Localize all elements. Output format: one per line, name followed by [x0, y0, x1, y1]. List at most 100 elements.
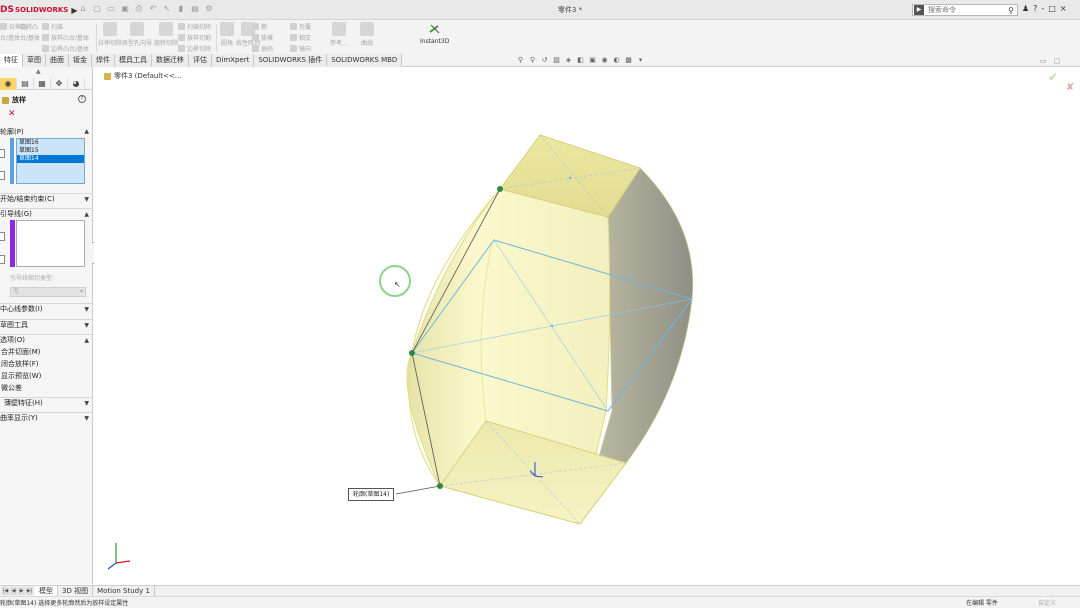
section-options[interactable]: 选项(O) ▲: [0, 334, 93, 345]
profile-list[interactable]: 草图16 草图15 草图14: [16, 138, 85, 184]
section-profiles[interactable]: 轮廓(P) ▲: [0, 126, 93, 137]
next-tab-icon[interactable]: ▶: [18, 587, 25, 595]
tab-dimxpert[interactable]: DimXpert: [212, 54, 255, 67]
close-loft-checkbox[interactable]: 闭合放样(F): [1, 359, 39, 369]
move-down-button[interactable]: [0, 171, 5, 180]
connector-point[interactable]: [409, 350, 415, 356]
lofted-cut-button[interactable]: 放样切割: [178, 33, 211, 42]
collapse-chevron-icon[interactable]: ▲: [36, 68, 41, 75]
home-icon[interactable]: ⌂: [78, 4, 88, 14]
list-item-selected[interactable]: 草图14: [17, 155, 84, 163]
help-button[interactable]: ?: [1033, 4, 1037, 13]
boundary-boss-button[interactable]: 边界凸台/基体: [42, 44, 89, 53]
doc-minimize-icon[interactable]: ▭: [1040, 57, 1047, 65]
hole-wizard-button[interactable]: 异型孔向导: [122, 22, 152, 47]
guide-move-up-button[interactable]: [0, 232, 5, 241]
draft-button[interactable]: 拔模: [252, 33, 273, 42]
revolve-boss-button[interactable]: 旋转凸: [20, 22, 40, 31]
move-up-button[interactable]: [0, 149, 5, 158]
property-manager-tab-icon[interactable]: ▤: [17, 78, 34, 90]
hide-show-icon[interactable]: ◉: [600, 56, 609, 65]
tab-evaluate[interactable]: 评估: [189, 54, 212, 67]
search-icon[interactable]: ⚲: [1005, 6, 1017, 15]
graphics-area[interactable]: 零件3 (Default<<... ✔ ✘ 轮廓(草图14) ↖: [94, 67, 1080, 584]
guide-move-down-button[interactable]: [0, 255, 5, 264]
zoom-to-fit-icon[interactable]: ⚲: [516, 56, 525, 65]
section-guide-curves[interactable]: 引导线(G) ▲: [0, 208, 93, 219]
previous-view-icon[interactable]: ↺: [540, 56, 549, 65]
fillet-button[interactable]: 圆角: [220, 22, 234, 47]
connector-point[interactable]: [497, 186, 503, 192]
view-settings-icon[interactable]: ▾: [636, 56, 645, 65]
show-preview-checkbox[interactable]: 显示预览(W): [1, 371, 41, 381]
section-start-end-constraints[interactable]: 开始/结束约束(C) ▼: [0, 193, 93, 204]
tab-mold-tools[interactable]: 模具工具: [115, 54, 152, 67]
confirm-check-icon[interactable]: ✔: [1048, 70, 1058, 84]
section-curvature-display[interactable]: 曲率显示(Y) ▼: [0, 412, 93, 423]
close-window-button[interactable]: ×: [1060, 4, 1067, 13]
first-tab-icon[interactable]: |◀: [2, 587, 9, 595]
intersect-button[interactable]: 相交: [290, 33, 311, 42]
new-document-icon[interactable]: ▢: [92, 4, 102, 14]
apply-scene-icon[interactable]: ▩: [624, 56, 633, 65]
tab-mbd[interactable]: SOLIDWORKS MBD: [327, 54, 403, 67]
undo-icon[interactable]: ↶: [148, 4, 158, 14]
minimize-button[interactable]: -: [1041, 4, 1044, 13]
section-sketch-tools[interactable]: 草图工具 ▼: [0, 319, 93, 330]
boundary-cut-button[interactable]: 边界切除: [178, 44, 211, 53]
display-manager-tab-icon[interactable]: ◕: [68, 78, 85, 90]
save-icon[interactable]: ▣: [120, 4, 130, 14]
shell-button[interactable]: 抽壳: [252, 44, 273, 53]
loft-model-view[interactable]: [94, 67, 1080, 584]
configuration-manager-tab-icon[interactable]: ▦: [34, 78, 51, 90]
extrude-cut-button[interactable]: 拉伸切除: [98, 22, 122, 47]
guide-curves-list[interactable]: [16, 220, 85, 267]
section-view-icon[interactable]: ▨: [552, 56, 561, 65]
cancel-x-icon[interactable]: ✕: [8, 109, 16, 119]
loft-boss-button[interactable]: 放样凸台/基体: [42, 33, 89, 42]
micro-tolerance-checkbox[interactable]: 微公差: [1, 383, 22, 393]
view-orientation-icon[interactable]: ◧: [576, 56, 585, 65]
edit-appearance-icon[interactable]: ◐: [612, 56, 621, 65]
section-centerline-parameters[interactable]: 中心线参数(I) ▼: [0, 303, 93, 314]
maximize-button[interactable]: □: [1048, 4, 1056, 13]
options-gear-icon[interactable]: ⚙: [204, 4, 214, 14]
print-icon[interactable]: ⎙: [134, 4, 144, 14]
reference-geometry-button[interactable]: 参考...: [330, 22, 348, 47]
section-thin-feature[interactable]: 薄壁特征(H) ▼: [0, 397, 93, 408]
search-input[interactable]: 搜索命令: [924, 5, 1005, 15]
file-properties-icon[interactable]: ▤: [190, 4, 200, 14]
swept-cut-button[interactable]: 扫描切除: [178, 22, 211, 31]
menu-arrow-icon[interactable]: ▶: [71, 6, 77, 15]
last-tab-icon[interactable]: ▶|: [26, 587, 33, 595]
cancel-x-icon[interactable]: ✘: [1066, 82, 1074, 93]
user-icon[interactable]: ♟: [1022, 4, 1029, 13]
merge-tangent-faces-checkbox[interactable]: 合并切面(M): [1, 347, 41, 357]
profile-callout[interactable]: 轮廓(草图14): [348, 488, 395, 501]
prev-tab-icon[interactable]: ◀: [10, 587, 17, 595]
flyout-feature-tree[interactable]: 零件3 (Default<<...: [104, 71, 181, 81]
display-style-icon[interactable]: ▣: [588, 56, 597, 65]
mirror-button[interactable]: 镜向: [290, 44, 311, 53]
zoom-area-icon[interactable]: ⚲: [528, 56, 537, 65]
rib-button[interactable]: 筋: [252, 22, 273, 31]
dynamic-annotation-icon[interactable]: ◈: [564, 56, 573, 65]
tab-3d-view[interactable]: 3D 视图: [58, 586, 94, 596]
instant3d-button[interactable]: Instant3D: [420, 22, 449, 45]
dimxpert-manager-tab-icon[interactable]: ✥: [51, 78, 68, 90]
help-icon[interactable]: ?: [78, 95, 86, 103]
curves-button[interactable]: 曲线: [360, 22, 374, 47]
feature-manager-tab-icon[interactable]: ◉: [0, 78, 17, 90]
tab-sheet-metal[interactable]: 钣金: [69, 54, 92, 67]
tab-weldments[interactable]: 焊件: [92, 54, 115, 67]
tab-add-ins[interactable]: SOLIDWORKS 插件: [254, 54, 328, 67]
search-scope-icon[interactable]: ▶: [914, 5, 924, 15]
custom-units-status[interactable]: 自定义: [1038, 598, 1056, 607]
pointer-icon[interactable]: ↖: [162, 4, 172, 14]
solidworks-logo[interactable]: DS SOLIDWORKS ▶: [0, 4, 78, 16]
tab-surfaces[interactable]: 曲面: [46, 54, 69, 67]
tab-sketch[interactable]: 草图: [23, 54, 46, 67]
open-folder-icon[interactable]: ▭: [106, 4, 116, 14]
wrap-button[interactable]: 包覆: [290, 22, 311, 31]
tab-features[interactable]: 特征: [0, 54, 23, 67]
